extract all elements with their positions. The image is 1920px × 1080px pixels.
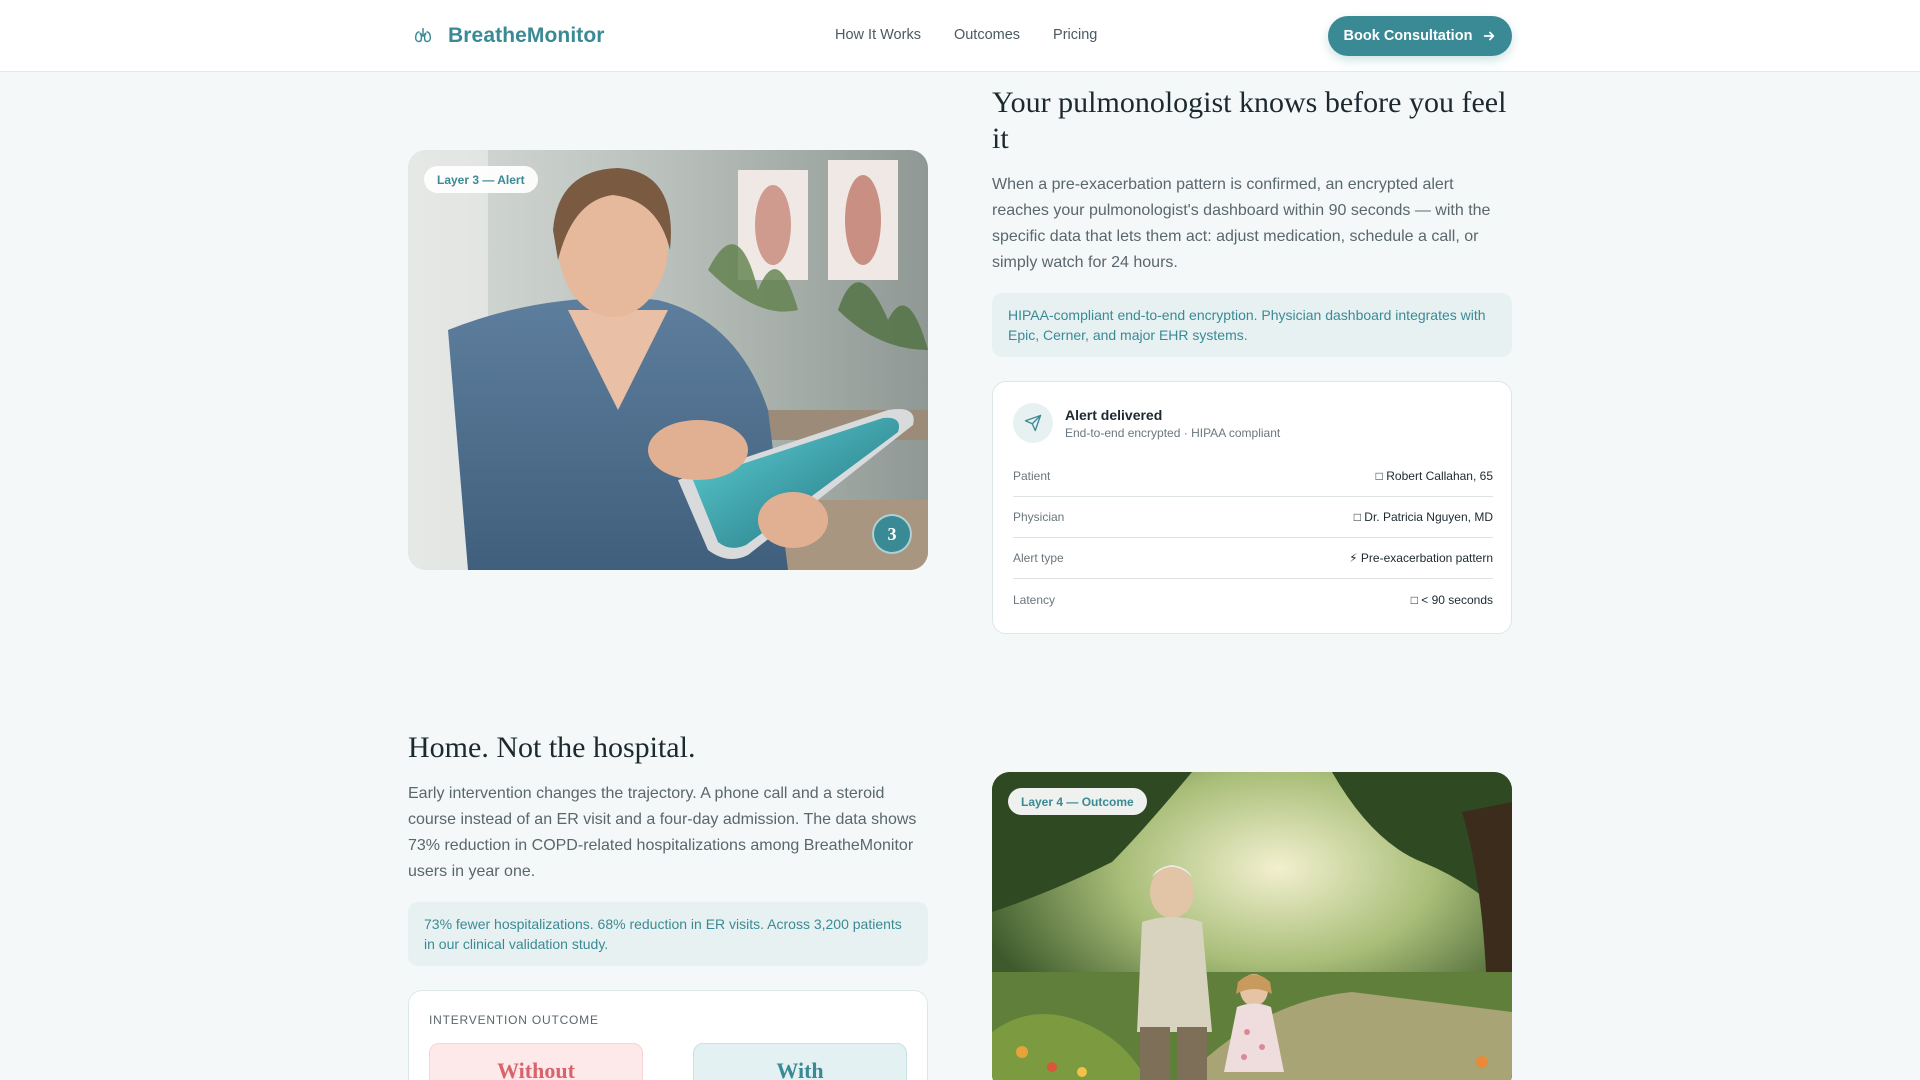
- outcome-label: INTERVENTION OUTCOME: [429, 1013, 599, 1027]
- row-label: Latency: [1013, 592, 1056, 607]
- alert-title: Alert delivered: [1065, 407, 1163, 423]
- alert-row-physician: Physician □ Dr. Patricia Nguyen, MD: [1013, 497, 1493, 538]
- layer-4-description: Early intervention changes the trajector…: [408, 785, 917, 880]
- nav-link-outcomes[interactable]: Outcomes: [954, 27, 1020, 43]
- intervention-outcome-card: INTERVENTION OUTCOME Without With: [408, 990, 928, 1080]
- brand-logo[interactable]: BreatheMonitor: [412, 22, 605, 50]
- row-value: □ Robert Callahan, 65: [1376, 469, 1493, 483]
- top-nav: BreatheMonitor How It Works Outcomes Pri…: [0, 0, 1920, 72]
- row-value: □ < 90 seconds: [1411, 593, 1493, 607]
- send-icon: [1024, 414, 1042, 432]
- latency-value: < 90 seconds: [1421, 592, 1493, 607]
- layer-3-description: When a pre-exacerbation pattern is confi…: [992, 176, 1491, 271]
- arrow-right-icon: [1484, 31, 1495, 41]
- alert-row-latency: Latency □ < 90 seconds: [1013, 579, 1493, 620]
- without-intervention-box: Without: [429, 1043, 643, 1080]
- nav-link-how-it-works[interactable]: How It Works: [835, 27, 921, 43]
- row-label: Physician: [1013, 510, 1065, 524]
- park-walk-photo: Layer 4 — Outcome: [992, 772, 1512, 1080]
- layer-3-callout: HIPAA-compliant end-to-end encryption. P…: [992, 293, 1512, 357]
- nav-link-pricing[interactable]: Pricing: [1053, 27, 1097, 43]
- row-label: Alert type: [1013, 551, 1064, 565]
- alert-type-value: Pre-exacerbation pattern: [1360, 551, 1493, 565]
- park-photo-illustration: [992, 772, 1512, 1080]
- alert-icon-container: [1013, 403, 1053, 443]
- alert-details-list: Patient □ Robert Callahan, 65 Physician …: [1013, 456, 1493, 620]
- book-consultation-button[interactable]: Book Consultation: [1328, 16, 1512, 56]
- alert-subtitle: End-to-end encrypted · HIPAA compliant: [1065, 426, 1281, 440]
- alert-row-patient: Patient □ Robert Callahan, 65: [1013, 456, 1493, 497]
- layer-4-heading: Home. Not the hospital.: [408, 731, 696, 764]
- book-consultation-label: Book Consultation: [1343, 28, 1473, 44]
- with-intervention-box: With: [693, 1043, 907, 1080]
- layer-3-badge: Layer 3 — Alert: [424, 166, 538, 193]
- doctor-icon: □: [1353, 510, 1361, 524]
- nav-links: How It Works Outcomes Pricing: [835, 27, 1097, 43]
- layer-3-heading: Your pulmonologist knows before you feel…: [992, 86, 1507, 155]
- row-value: ⚡ Pre-exacerbation pattern: [1349, 551, 1493, 565]
- timer-icon: □: [1410, 592, 1418, 607]
- step-number-badge: 3: [872, 514, 912, 554]
- alert-row-alert-type: Alert type ⚡ Pre-exacerbation pattern: [1013, 538, 1493, 579]
- alert-delivered-card: Alert delivered End-to-end encrypted · H…: [992, 381, 1512, 634]
- row-value: □ Dr. Patricia Nguyen, MD: [1354, 510, 1493, 524]
- brand-name: BreatheMonitor: [448, 24, 605, 47]
- lungs-icon: [414, 27, 432, 43]
- row-label: Patient: [1013, 469, 1051, 483]
- person-icon: □: [1375, 469, 1383, 483]
- physician-tablet-photo: Layer 3 — Alert 3: [408, 150, 928, 570]
- layer-4-badge: Layer 4 — Outcome: [1008, 788, 1147, 815]
- physician-name: Dr. Patricia Nguyen, MD: [1364, 510, 1493, 524]
- physician-photo-illustration: [408, 150, 928, 570]
- lightning-icon: ⚡: [1349, 551, 1358, 565]
- layer-4-callout: 73% fewer hospitalizations. 68% reductio…: [408, 902, 928, 966]
- patient-name: Robert Callahan, 65: [1386, 469, 1493, 483]
